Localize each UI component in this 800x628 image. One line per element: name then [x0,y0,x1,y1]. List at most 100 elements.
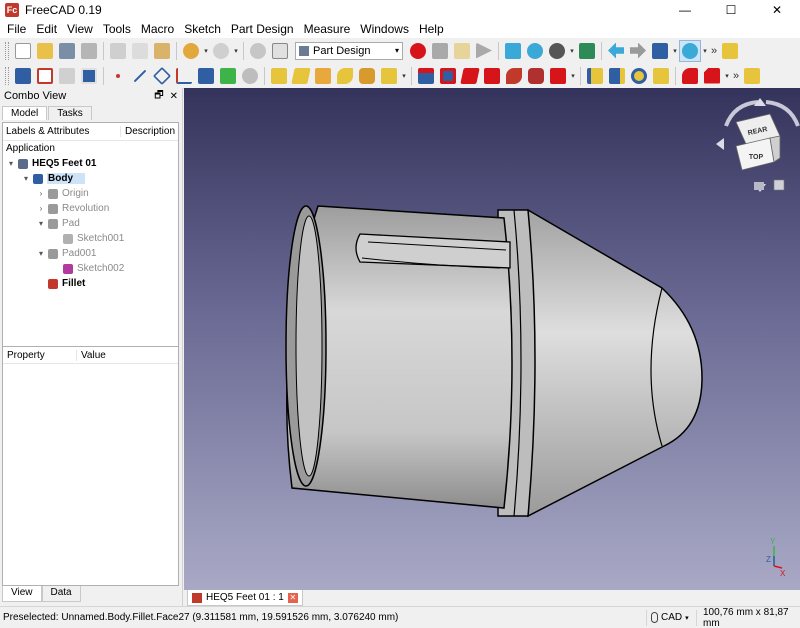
tree-item-pad[interactable]: ▾ Pad [3,216,178,231]
menu-file[interactable]: File [2,20,31,38]
minimize-button[interactable]: — [662,0,708,20]
chevron-right-icon[interactable]: › [36,189,46,198]
application-node[interactable]: Application [3,141,178,156]
mirrored-button[interactable] [584,65,606,87]
record-macro-button[interactable] [407,40,429,62]
chevron-down-icon[interactable]: ▾ [36,249,46,258]
datum-line-button[interactable] [129,65,151,87]
menu-windows[interactable]: Windows [355,20,414,38]
whats-this-button[interactable] [269,40,291,62]
subshape-binder-button[interactable] [217,65,239,87]
subtractive-pipe-button[interactable] [503,65,525,87]
chevron-right-icon[interactable]: › [36,204,46,213]
tree-item-origin[interactable]: › Origin [3,186,178,201]
toolbar-overflow-chevron[interactable]: » [709,45,719,57]
float-panel-icon[interactable]: 🗗 [154,88,163,105]
tree-item-revolution[interactable]: › Revolution [3,201,178,216]
tab-data[interactable]: Data [41,586,81,602]
dress-up-dropdown[interactable]: ▾ [723,65,731,87]
labels-attributes-header[interactable]: Labels & Attributes [3,126,121,137]
bounding-box-button[interactable] [576,40,598,62]
3d-viewport[interactable]: REAR TOP Y Z X [184,88,800,590]
groove-button[interactable] [459,65,481,87]
fillet-part[interactable] [285,205,703,518]
undo-dropdown[interactable]: ▾ [202,40,210,62]
subtractive-primitive-dropdown[interactable]: ▾ [569,65,577,87]
fit-selection-button[interactable] [524,40,546,62]
linear-pattern-button[interactable] [606,65,628,87]
value-column-header[interactable]: Value [77,350,106,361]
create-sketch-button[interactable] [34,65,56,87]
paste-button[interactable] [151,40,173,62]
toolbar-overflow-chevron[interactable]: » [731,70,741,82]
close-window-button[interactable]: ✕ [754,0,800,20]
navigation-cube[interactable]: REAR TOP [716,98,800,192]
print-button[interactable] [78,40,100,62]
tab-tasks[interactable]: Tasks [48,106,92,120]
workbench-selector[interactable]: Part Design ▾ [295,41,403,60]
chevron-down-icon[interactable]: ▾ [36,219,46,228]
3d-model-render[interactable]: REAR TOP Y Z X [184,88,800,590]
additive-primitive-button[interactable] [378,65,400,87]
nav-cube-corner-icon[interactable] [754,182,764,190]
description-header[interactable]: Description [121,126,175,137]
close-panel-icon[interactable]: ✕ [170,91,178,102]
std-views-button[interactable] [649,40,671,62]
helix-button[interactable] [356,65,378,87]
datum-plane-button[interactable] [151,65,173,87]
redo-button[interactable] [210,40,232,62]
menu-sketch[interactable]: Sketch [179,20,226,38]
chevron-down-icon[interactable]: ▾ [21,174,31,183]
chevron-down-icon[interactable]: ▾ [6,159,16,168]
tree-item-sketch002[interactable]: Sketch002 [3,261,178,276]
draw-style-dropdown[interactable]: ▾ [568,40,576,62]
tree-item-body[interactable]: ▾ Body [3,171,178,186]
std-views-dropdown[interactable]: ▾ [671,40,679,62]
redo-dropdown[interactable]: ▾ [232,40,240,62]
chamfer-button[interactable] [701,65,723,87]
forward-button[interactable] [627,40,649,62]
pipe-button[interactable] [334,65,356,87]
hole-button[interactable] [437,65,459,87]
copy-button[interactable] [129,40,151,62]
navigation-style-selector[interactable]: CAD ▾ [646,609,696,626]
subtractive-helix-button[interactable] [525,65,547,87]
nav-arrow-left-icon[interactable] [716,138,724,150]
tree-item-sketch001[interactable]: Sketch001 [3,231,178,246]
nav-cube-menu-icon[interactable] [773,179,785,191]
close-tab-icon[interactable]: ✕ [287,592,298,603]
sketch-view-button[interactable] [719,40,741,62]
subtractive-primitive-button[interactable] [547,65,569,87]
clone-button[interactable] [78,65,100,87]
open-document-button[interactable] [34,40,56,62]
measure-zoom-button[interactable] [679,39,701,62]
new-document-button[interactable] [12,40,34,62]
cut-button[interactable] [107,40,129,62]
loft-button[interactable] [312,65,334,87]
maximize-button[interactable]: ☐ [708,0,754,20]
measure-button[interactable] [741,65,763,87]
polar-pattern-button[interactable] [628,65,650,87]
local-cs-button[interactable] [173,65,195,87]
fillet-button[interactable] [679,65,701,87]
multi-transform-button[interactable] [650,65,672,87]
save-document-button[interactable] [56,40,78,62]
datum-point-button[interactable] [107,65,129,87]
refresh-button[interactable] [247,40,269,62]
back-button[interactable] [605,40,627,62]
toolbar-grip[interactable] [5,66,9,85]
menu-help[interactable]: Help [414,20,449,38]
create-body-button[interactable] [12,65,34,87]
tree-item-pad001[interactable]: ▾ Pad001 [3,246,178,261]
menu-view[interactable]: View [62,20,98,38]
property-column-header[interactable]: Property [3,349,77,361]
tab-model[interactable]: Model [2,106,48,120]
toolbar-grip[interactable] [5,41,9,60]
tree-item-fillet[interactable]: Fillet [3,276,178,291]
menu-measure[interactable]: Measure [299,20,356,38]
draw-style-button[interactable] [546,40,568,62]
pocket-button[interactable] [415,65,437,87]
menu-tools[interactable]: Tools [98,20,136,38]
tree-item-heq5-feet-01[interactable]: ▾ HEQ5 Feet 01 [3,156,178,171]
additive-primitive-dropdown[interactable]: ▾ [400,65,408,87]
